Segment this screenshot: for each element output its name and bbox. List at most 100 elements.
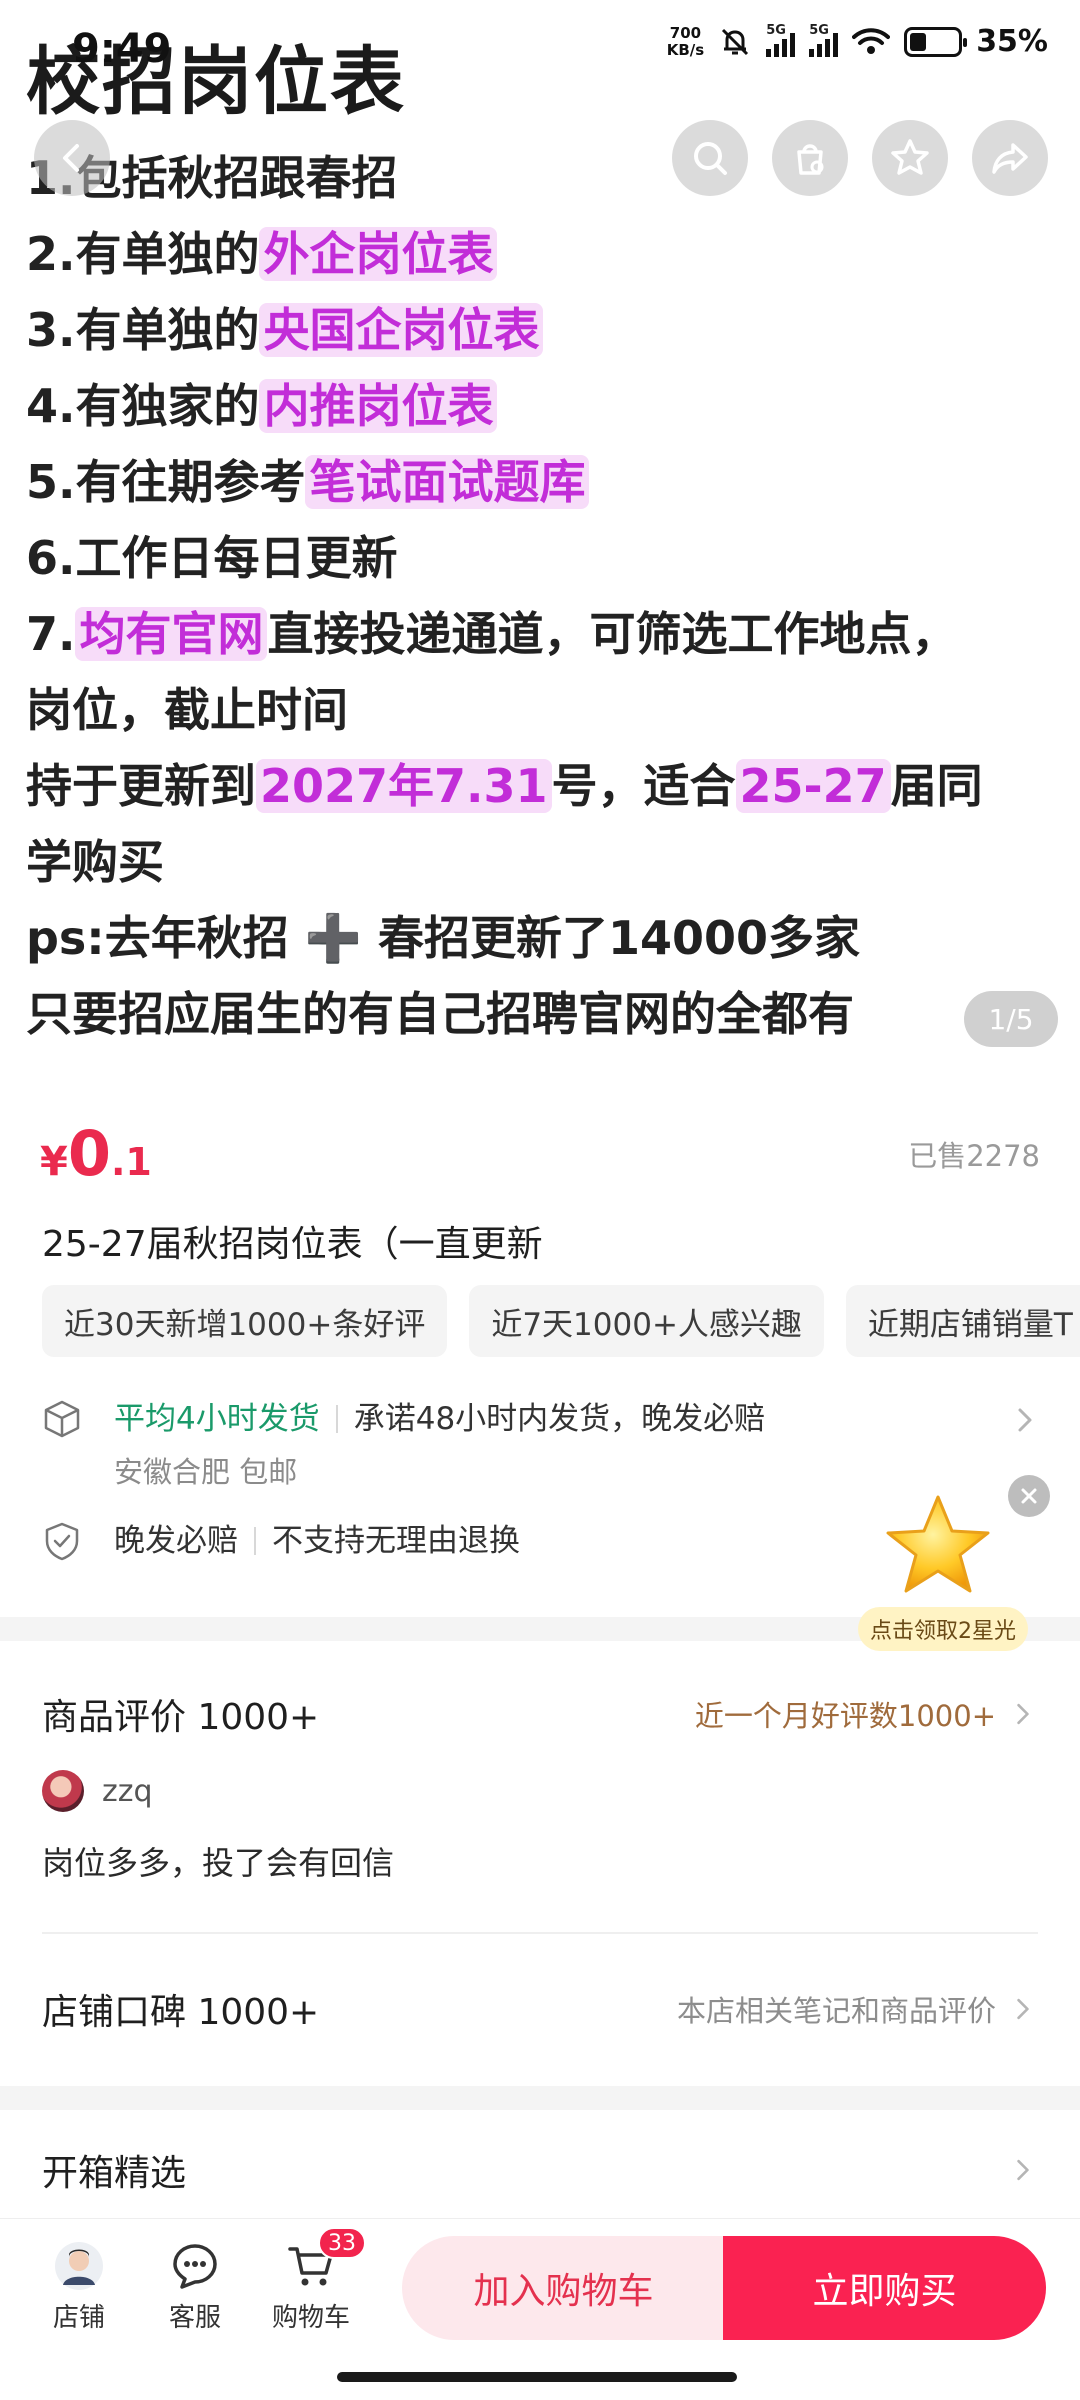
cart-button[interactable]: 33 购物车 [256, 2227, 366, 2334]
cart-label: 购物车 [271, 2303, 350, 2333]
line-text: 4.有独家的 [26, 379, 260, 433]
line-text: 5.有往期参考 [26, 455, 306, 509]
store-rating-row[interactable]: 店铺口碑 1000+ 本店相关笔记和商品评价 [42, 1979, 1038, 2039]
status-bar: 9:49 700 KB/s 5G 5G 35% [0, 0, 1080, 100]
search-icon [694, 142, 727, 175]
product-tag[interactable]: 近30天新增1000+条好评 [42, 1285, 448, 1357]
highlight-text: 均有官网 [75, 607, 268, 661]
section-divider [0, 2086, 1080, 2110]
top-overlay-nav [0, 120, 1080, 204]
package-icon [44, 1400, 80, 1438]
chevron-right-icon [1017, 2159, 1029, 2181]
gallery-line: 6.工作日每日更新 [26, 520, 1066, 596]
line-text: 持于更新到 [26, 759, 256, 813]
line-text: ps:去年秋招 ➕ 春招更新了14000多家 [26, 911, 861, 965]
chat-bubble-icon [173, 2244, 217, 2289]
home-indicator[interactable] [337, 2372, 737, 2382]
line-text: 号，适合 [551, 759, 736, 813]
battery-icon [904, 26, 968, 57]
divider-line [42, 1932, 1038, 1934]
bag-button[interactable] [772, 120, 848, 196]
bag-icon [797, 144, 824, 175]
guarantee-item: 不支持无理由退换 [272, 1523, 520, 1559]
reviews-title: 商品评价 1000+ [42, 1697, 320, 1738]
shipping-highlight: 平均4小时发货 [114, 1401, 320, 1437]
shipping-promise: 承诺48小时内发货，晚发必赔 [353, 1401, 766, 1437]
product-tag[interactable]: 近7天1000+人感兴趣 [469, 1285, 824, 1357]
chevron-right-icon [1017, 1703, 1029, 1725]
chevron-right-icon [1017, 1998, 1029, 2020]
line-text: 2.有单独的 [26, 227, 260, 281]
reviewer-name: zzq [102, 1773, 153, 1809]
network-speed: 700 KB/s [666, 23, 705, 59]
product-tags: 近30天新增1000+条好评 近7天1000+人感兴趣 近期店铺销量T [42, 1285, 1080, 1357]
close-icon [1021, 1488, 1037, 1504]
chevron-right-icon [1018, 1408, 1032, 1432]
signal-5g-icon-2: 5G [809, 23, 839, 57]
highlight-text: 25-27 [735, 759, 891, 813]
line-text: 7. [26, 607, 76, 661]
add-to-cart-button[interactable]: 加入购物车 [402, 2236, 725, 2340]
reviewer: zzq [42, 1770, 153, 1812]
signal-5g-icon: 5G [766, 23, 796, 57]
gallery-line: 岗位，截止时间 [26, 672, 1066, 748]
battery-percent: 35% [976, 24, 1048, 59]
product-price: ¥ 0 .1 [40, 1117, 152, 1190]
gallery-line: 只要招应届生的有自己招聘官网的全都有 [26, 976, 1066, 1052]
gallery-line: ps:去年秋招 ➕ 春招更新了14000多家 [26, 900, 1066, 976]
product-tag[interactable]: 近期店铺销量T [845, 1285, 1080, 1357]
unboxing-row[interactable]: 开箱精选 [42, 2140, 1038, 2200]
gallery-line: 3.有单独的央国企岗位表 [26, 292, 1066, 368]
customer-service-label: 客服 [168, 2303, 221, 2333]
buy-now-button[interactable]: 立即购买 [723, 2236, 1046, 2340]
store-rating-summary: 本店相关笔记和商品评价 [676, 1994, 996, 2028]
highlight-text: 内推岗位表 [259, 379, 498, 433]
unboxing-title: 开箱精选 [42, 2153, 187, 2194]
close-promo-button[interactable] [1008, 1475, 1050, 1517]
highlight-text: 2027年7.31 [256, 759, 552, 813]
avatar [42, 1770, 84, 1812]
bottom-action-bar: 店铺 客服 33 购物车 加入购物车 立即购买 [0, 2218, 1080, 2358]
gallery-line: 学购买 [26, 824, 1066, 900]
back-button[interactable] [34, 120, 110, 196]
mute-bell-icon [722, 28, 749, 55]
wifi-icon [852, 27, 891, 54]
customer-service-button[interactable]: 客服 [140, 2241, 250, 2334]
highlight-text: 笔试面试题库 [305, 455, 590, 509]
reviews-summary: 近一个月好评数1000+ [694, 1699, 996, 1733]
cart-count-badge: 33 [318, 2227, 366, 2259]
gallery-line: 5.有往期参考笔试面试题库 [26, 444, 1066, 520]
star-promo-float[interactable]: 点击领取2星光 [858, 1475, 1050, 1655]
gallery-line: 持于更新到2027年7.31号，适合25-27届同 [26, 748, 1066, 824]
store-button[interactable]: 店铺 [24, 2241, 134, 2334]
image-page-indicator: 1/5 [964, 991, 1058, 1047]
line-text: 岗位，截止时间 [26, 683, 348, 737]
gallery-text-lines: 1.包括秋招跟春招 2.有单独的外企岗位表 3.有单独的央国企岗位表 4.有独家的内推… [26, 140, 1066, 1052]
status-icons: 700 KB/s 5G 5G 35% [666, 23, 1048, 60]
shield-check-icon [45, 1522, 79, 1561]
share-button[interactable] [972, 120, 1048, 196]
gallery-line: 4.有独家的内推岗位表 [26, 368, 1066, 444]
line-text: 只要招应届生的有自己招聘官网的全都有 [26, 987, 854, 1041]
store-label: 店铺 [52, 2303, 105, 2333]
line-text: 6.工作日每日更新 [26, 531, 398, 585]
search-button[interactable] [672, 120, 748, 196]
back-icon [63, 144, 79, 172]
gallery-line: 7.均有官网直接投递通道，可筛选工作地点， [26, 596, 1066, 672]
star-icon [891, 139, 929, 175]
shipping-location: 安徽合肥 包邮 [114, 1455, 298, 1489]
highlight-text: 央国企岗位表 [259, 303, 544, 357]
favorite-button[interactable] [872, 120, 948, 196]
gold-star-icon [886, 1495, 990, 1593]
store-rating-title: 店铺口碑 1000+ [42, 1992, 320, 2033]
share-icon [992, 143, 1028, 174]
star-promo-badge: 点击领取2星光 [858, 1607, 1028, 1651]
product-title: 25-27届秋招岗位表（一直更新 [42, 1224, 543, 1265]
review-text[interactable]: 岗位多多，投了会有回信 [42, 1838, 394, 1884]
status-time: 9:49 [72, 26, 172, 72]
line-text: 届同 [890, 759, 983, 813]
line-text: 直接投递通道，可筛选工作地点， [267, 607, 958, 661]
guarantee-item: 晚发必赔 [114, 1523, 238, 1559]
sold-count: 已售2278 [908, 1139, 1040, 1173]
reviews-header[interactable]: 商品评价 1000+ 近一个月好评数1000+ [42, 1684, 1038, 1744]
